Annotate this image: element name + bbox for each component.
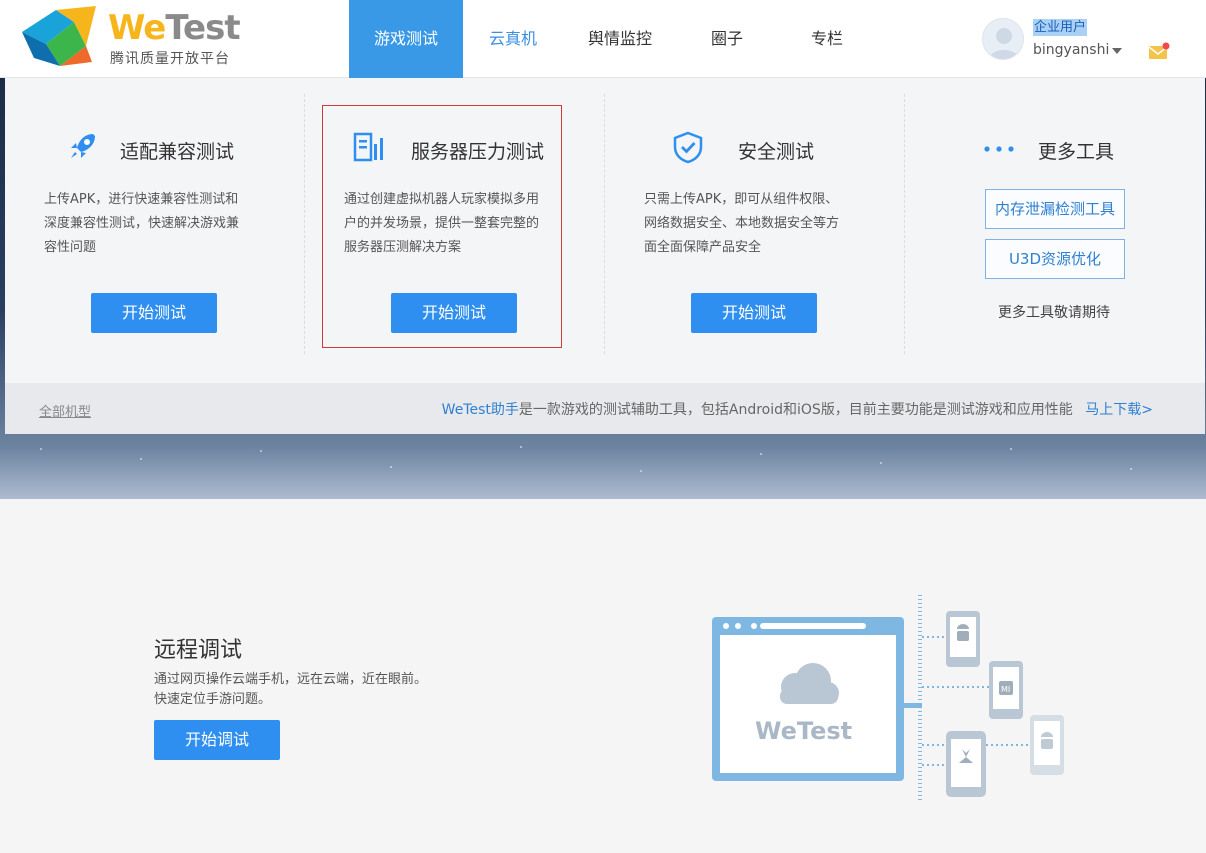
user-name[interactable]: bingyanshi bbox=[1033, 42, 1109, 58]
top-header: WeTest 腾讯质量开放平台 游戏测试 云真机 舆情监控 圈子 专栏 企业用户… bbox=[0, 0, 1206, 78]
security-start-button[interactable]: 开始测试 bbox=[691, 293, 817, 333]
security-test-title: 安全测试 bbox=[738, 141, 815, 163]
remote-debug-desc: 通过网页操作云端手机，远在云端，近在眼前。 快速定位手游问题。 bbox=[154, 672, 428, 707]
compat-test-desc: 上传APK，进行快速兼容性测试和 深度兼容性测试，快速解决游戏兼 容性问题 bbox=[44, 192, 240, 255]
column-divider bbox=[304, 94, 305, 354]
logo-wordmark: WeTest bbox=[108, 8, 241, 48]
download-link[interactable]: 马上下载> bbox=[1085, 402, 1153, 418]
nav-sentiment-monitor[interactable]: 舆情监控 bbox=[563, 0, 677, 78]
more-tools-title: 更多工具 bbox=[1038, 141, 1115, 163]
stress-test-desc: 通过创建虚拟机器人玩家模拟多用 户的并发场景，提供一整套完整的 服务器压测解决方… bbox=[344, 192, 540, 255]
main-nav: 游戏测试 云真机 舆情监控 圈子 专栏 bbox=[349, 0, 877, 78]
helper-desc-text: 是一款游戏的测试辅助工具，包括Android和iOS版，目前主要功能是测试游戏和… bbox=[518, 402, 1073, 418]
logo-test: Test bbox=[165, 8, 240, 48]
memory-leak-tool-button[interactable]: 内存泄漏检测工具 bbox=[985, 189, 1125, 229]
more-tools-note: 更多工具敬请期待 bbox=[998, 305, 1110, 321]
stress-test-title: 服务器压力测试 bbox=[411, 141, 545, 163]
android-icon bbox=[957, 624, 969, 641]
cloud-devices-illustration: WeTest MI bbox=[712, 595, 1064, 801]
illustration-wetest-text: WeTest bbox=[755, 717, 852, 745]
compat-test-title: 适配兼容测试 bbox=[120, 141, 235, 163]
mail-icon[interactable] bbox=[1148, 42, 1170, 60]
logo-we: We bbox=[108, 8, 166, 48]
logo-subtitle: 腾讯质量开放平台 bbox=[110, 51, 230, 67]
rocket-icon bbox=[71, 134, 95, 158]
column-divider bbox=[604, 94, 605, 354]
shield-check-icon bbox=[673, 131, 703, 164]
remote-debug-section: 远程调试 通过网页操作云端手机，远在云端，近在眼前。 快速定位手游问题。 开始调… bbox=[0, 499, 1206, 853]
nav-game-testing[interactable]: 游戏测试 bbox=[349, 0, 463, 78]
wetest-logo[interactable]: WeTest 腾讯质量开放平台 bbox=[16, 4, 246, 72]
security-test-desc: 只需上传APK，即可从组件权限、 网络数据安全、本地数据安全等方 面全面保障产品… bbox=[644, 192, 840, 255]
nav-community[interactable]: 圈子 bbox=[677, 0, 777, 78]
u3d-optimize-tool-button[interactable]: U3D资源优化 bbox=[985, 239, 1125, 279]
remote-debug-title: 远程调试 bbox=[154, 638, 243, 663]
start-debug-button[interactable]: 开始调试 bbox=[154, 720, 280, 760]
caret-down-icon[interactable] bbox=[1112, 48, 1122, 54]
nav-column[interactable]: 专栏 bbox=[777, 0, 877, 78]
panel-footer: 全部机型 WeTest助手是一款游戏的测试辅助工具，包括Android和iOS版… bbox=[5, 383, 1205, 434]
user-role-badge: 企业用户 bbox=[1033, 19, 1088, 36]
all-models-link[interactable]: 全部机型 bbox=[39, 401, 91, 420]
user-menu[interactable]: 企业用户 bingyanshi bbox=[982, 16, 1182, 66]
column-divider bbox=[904, 94, 905, 354]
helper-link[interactable]: WeTest助手 bbox=[442, 402, 519, 418]
mi-logo-text: MI bbox=[1001, 685, 1010, 694]
compat-start-button[interactable]: 开始测试 bbox=[91, 293, 217, 333]
nav-cloud-device[interactable]: 云真机 bbox=[463, 0, 563, 78]
more-dots-icon bbox=[984, 146, 1014, 152]
game-testing-dropdown: 适配兼容测试 上传APK，进行快速兼容性测试和 深度兼容性测试，快速解决游戏兼 … bbox=[5, 78, 1205, 434]
stress-start-button[interactable]: 开始测试 bbox=[391, 293, 517, 333]
helper-description: WeTest助手是一款游戏的测试辅助工具，包括Android和iOS版，目前主要… bbox=[442, 399, 1153, 419]
server-icon bbox=[353, 132, 383, 162]
avatar-icon[interactable] bbox=[982, 18, 1024, 60]
logo-mark-icon bbox=[22, 6, 96, 66]
